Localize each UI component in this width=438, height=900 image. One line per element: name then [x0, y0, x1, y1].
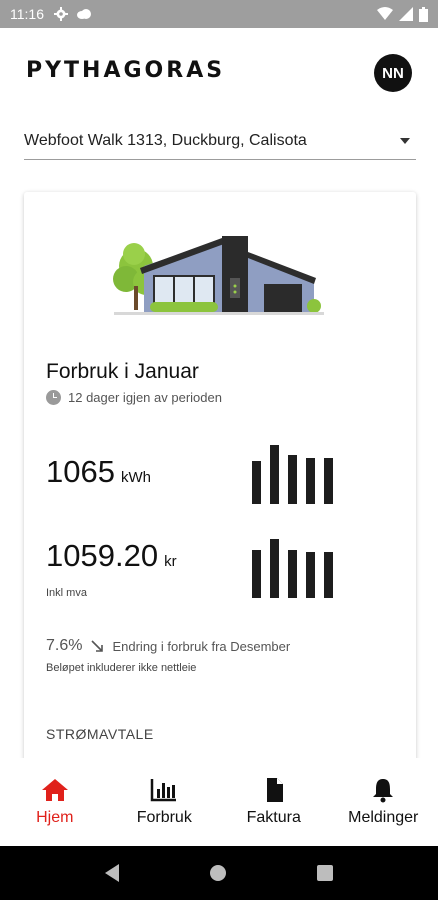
spark-bar	[324, 552, 333, 598]
cost-metric: 1059.20 kr	[46, 538, 177, 574]
spark-bar	[306, 552, 315, 598]
battery-icon	[419, 6, 428, 22]
consumption-change: 7.6% Endring i forbruk fra Desember	[46, 637, 290, 655]
home-circle-icon[interactable]	[209, 865, 226, 881]
spark-bar	[288, 455, 297, 504]
nav-label-messages: Meldinger	[348, 809, 419, 826]
address-dropdown[interactable]: Webfoot Walk 1313, Duckburg, Calisota	[24, 122, 416, 160]
chevron-down-icon	[400, 137, 410, 144]
spark-bar	[252, 550, 261, 598]
cost-value: 1059.20	[46, 538, 159, 573]
status-time: 11:16	[10, 6, 44, 22]
vat-note: Inkl mva	[46, 587, 87, 599]
bell-icon	[373, 779, 394, 803]
home-icon	[41, 779, 68, 801]
system-navigation-bar	[0, 846, 438, 900]
spark-bar	[306, 458, 315, 504]
app-logo: PYTHAGORAS	[26, 58, 226, 83]
consumption-sparkbars	[252, 444, 333, 504]
nav-item-usage[interactable]: Forbruk	[110, 758, 220, 846]
consumption-value: 1065	[46, 454, 115, 489]
period-info: 12 dager igjen av perioden	[46, 390, 222, 405]
app-header: PYTHAGORAS NN	[0, 28, 438, 118]
spark-bar	[270, 539, 279, 598]
usage-title: Forbruk i Januar	[46, 360, 199, 383]
contract-section-label: STRØMAVTALE	[46, 726, 154, 742]
spark-bar	[288, 550, 297, 598]
bottom-navigation: Hjem Forbruk Faktura Meldinger	[0, 758, 438, 846]
bar-chart-icon	[151, 779, 177, 802]
cost-sparkbars	[252, 538, 333, 598]
gear-icon	[54, 7, 68, 21]
disclaimer: Beløpet inkluderer ikke nettleie	[46, 662, 197, 674]
change-percent: 7.6%	[46, 637, 83, 654]
wifi-icon	[377, 7, 393, 20]
consumption-unit: kWh	[120, 469, 151, 486]
back-icon[interactable]	[105, 864, 120, 882]
nav-label-usage: Forbruk	[136, 809, 192, 826]
spark-bar	[252, 461, 261, 504]
app-screen: 11:16 PYTHAGORAS NN Webfoot Walk 1313, D…	[0, 0, 438, 900]
trend-down-arrow-icon	[91, 640, 104, 652]
change-description: Endring i forbruk fra Desember	[112, 638, 291, 654]
consumption-metric: 1065 kWh	[46, 454, 151, 490]
cloud-icon	[77, 9, 91, 19]
nav-item-home[interactable]: Hjem	[0, 758, 110, 846]
clock-icon	[46, 390, 61, 405]
status-bar: 11:16	[0, 0, 438, 28]
avatar[interactable]: NN	[374, 54, 412, 92]
spark-bar	[324, 458, 333, 504]
signal-icon	[399, 7, 413, 21]
house-illustration	[113, 236, 324, 315]
nav-item-invoice[interactable]: Faktura	[219, 758, 329, 846]
usage-card: Forbruk i Januar 12 dager igjen av perio…	[24, 192, 416, 792]
nav-label-home: Hjem	[36, 809, 74, 826]
spark-bar	[270, 445, 279, 504]
recent-apps-icon[interactable]	[316, 865, 333, 881]
address-value: Webfoot Walk 1313, Duckburg, Calisota	[24, 131, 307, 149]
document-icon	[266, 778, 283, 802]
period-remaining: 12 dager igjen av perioden	[68, 390, 222, 405]
nav-item-messages[interactable]: Meldinger	[329, 758, 438, 846]
nav-label-invoice: Faktura	[246, 809, 301, 826]
cost-unit: kr	[164, 553, 177, 570]
